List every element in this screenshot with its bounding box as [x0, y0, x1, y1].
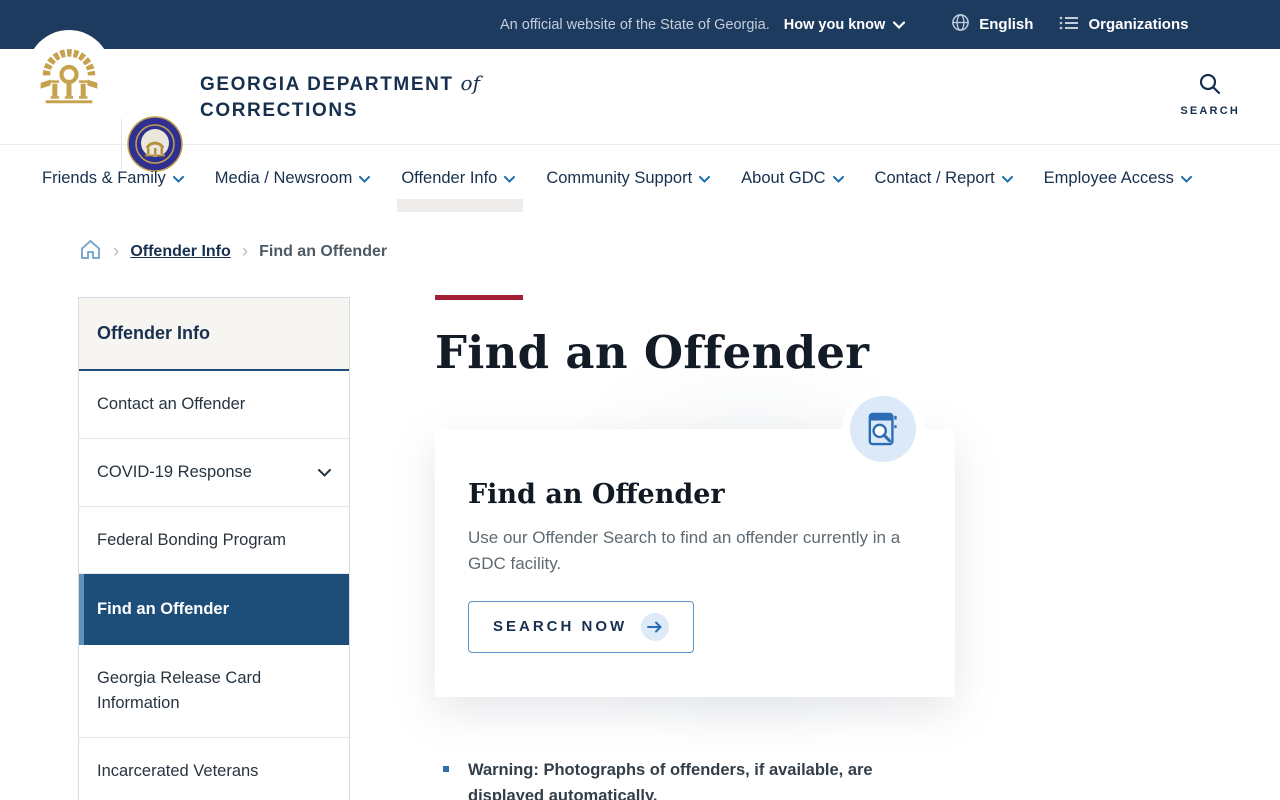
sidebar-item-covid-19-response[interactable]: COVID-19 Response — [79, 439, 349, 507]
content-area: › Offender Info › Find an Offender Offen… — [0, 225, 1280, 800]
home-icon[interactable] — [79, 239, 102, 265]
nav-contact-report[interactable]: Contact / Report — [873, 169, 1015, 194]
site-header: GEORGIA DEPARTMENT of CORRECTIONS SEARCH — [0, 30, 1280, 172]
search-icon — [1197, 71, 1223, 100]
chevron-down-icon — [1180, 169, 1192, 188]
notes-list: Warning: Photographs of offenders, if av… — [435, 757, 955, 800]
nav-about-gdc[interactable]: About GDC — [739, 169, 845, 194]
page-main: Find an Offender Find an Offender Use ou… — [435, 295, 955, 800]
agency-name-line1: GEORGIA DEPARTMENT — [200, 74, 454, 95]
arrow-right-icon — [641, 612, 670, 641]
chevron-down-icon — [699, 169, 711, 188]
language-selector[interactable]: English — [951, 13, 1033, 36]
page-title: Find an Offender — [435, 326, 870, 379]
main-navigation: Friends & Family Media / Newsroom Offend… — [0, 145, 1280, 225]
logo-divider — [121, 119, 122, 169]
how-you-know-button[interactable]: How you know — [784, 17, 906, 33]
chevron-down-icon — [893, 17, 906, 33]
breadcrumb-separator: › — [113, 240, 120, 262]
title-accent-bar — [435, 295, 523, 300]
sidebar-item-incarcerated-veterans[interactable]: Incarcerated Veterans — [79, 738, 349, 800]
chevron-down-icon — [318, 460, 331, 485]
nav-community-support[interactable]: Community Support — [544, 169, 712, 194]
agency-name-line2: CORRECTIONS — [200, 100, 358, 121]
search-label: SEARCH — [1180, 105, 1240, 117]
sidebar-item-contact-an-offender[interactable]: Contact an Offender — [79, 371, 349, 439]
nav-media-newsroom[interactable]: Media / Newsroom — [213, 169, 373, 194]
nav-offender-info[interactable]: Offender Info — [397, 169, 524, 212]
search-now-button[interactable]: SEARCH NOW — [468, 600, 695, 653]
search-now-label: SEARCH NOW — [493, 618, 628, 636]
agency-title[interactable]: GEORGIA DEPARTMENT of CORRECTIONS — [200, 71, 480, 122]
breadcrumb-current-page: Find an Offender — [259, 243, 388, 260]
find-offender-card: Find an Offender Use our Offender Search… — [435, 396, 955, 697]
chevron-down-icon — [504, 169, 516, 188]
organizations-link[interactable]: Organizations — [1059, 15, 1188, 35]
warning-item: Warning: Photographs of offenders, if av… — [435, 757, 895, 800]
card-description: Use our Offender Search to find an offen… — [468, 528, 901, 574]
breadcrumb-separator: › — [241, 240, 249, 262]
list-icon — [1059, 15, 1079, 35]
section-sidebar: Offender Info Contact an Offender COVID-… — [78, 297, 350, 800]
breadcrumb-offender-info-link[interactable]: Offender Info — [130, 243, 230, 261]
chevron-down-icon — [359, 169, 371, 188]
breadcrumb: › Offender Info › Find an Offender — [79, 239, 387, 265]
nav-employee-access[interactable]: Employee Access — [1042, 169, 1194, 194]
official-website-text: An official website of the State of Geor… — [500, 16, 770, 33]
how-you-know-label: How you know — [783, 16, 886, 33]
organizations-label: Organizations — [1088, 16, 1189, 33]
nav-friends-family[interactable]: Friends & Family — [40, 169, 186, 194]
sidebar-item-federal-bonding-program[interactable]: Federal Bonding Program — [79, 507, 349, 575]
globe-icon — [951, 13, 970, 36]
sidebar-title: Offender Info — [79, 298, 349, 371]
georgia-arch-logo[interactable] — [27, 30, 111, 114]
sidebar-item-georgia-release-card[interactable]: Georgia Release Card Information — [79, 645, 349, 738]
chevron-down-icon — [172, 169, 184, 188]
header-search-button[interactable]: SEARCH — [1180, 71, 1240, 117]
sidebar-item-find-an-offender[interactable]: Find an Offender — [79, 574, 349, 645]
gdc-seal-logo — [127, 116, 183, 172]
language-label: English — [979, 16, 1034, 33]
chevron-down-icon — [1001, 169, 1013, 188]
card-title: Find an Offender — [468, 479, 725, 510]
chevron-down-icon — [832, 169, 844, 188]
document-search-icon — [850, 396, 916, 462]
agency-of: of — [460, 71, 480, 95]
official-banner: An official website of the State of Geor… — [0, 0, 1280, 49]
